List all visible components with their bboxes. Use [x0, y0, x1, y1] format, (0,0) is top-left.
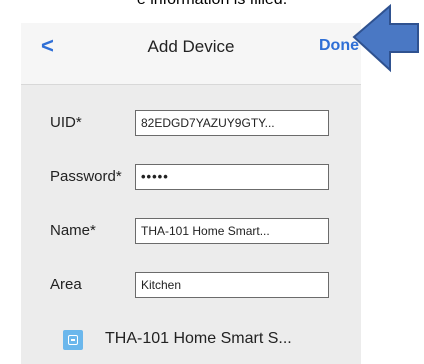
nav-bar: < Add Device Done	[21, 23, 361, 85]
name-label: Name*	[50, 222, 96, 239]
name-field[interactable]: THA-101 Home Smart...	[135, 218, 329, 244]
password-label: Password*	[50, 168, 122, 185]
area-field[interactable]: Kitchen	[135, 272, 329, 298]
device-item[interactable]: THA-101 Home Smart S...	[21, 323, 361, 363]
password-row: Password* •••••	[21, 158, 361, 198]
page-title: Add Device	[147, 37, 235, 56]
area-label: Area	[50, 276, 82, 293]
arrow-left-shape	[352, 3, 419, 73]
device-name: THA-101 Home Smart S...	[105, 330, 292, 347]
smart-plug-icon	[63, 330, 83, 350]
arrow-left-icon	[352, 3, 419, 73]
name-row: Name* THA-101 Home Smart...	[21, 212, 361, 252]
uid-field[interactable]: 82EDGD7YAZUY9GTY...	[135, 110, 329, 136]
area-row: Area Kitchen	[21, 266, 361, 306]
uid-label: UID*	[50, 114, 82, 131]
password-field[interactable]: •••••	[135, 164, 329, 190]
add-device-screen: < Add Device Done UID* 82EDGD7YAZUY9GTY.…	[21, 23, 361, 364]
uid-row: UID* 82EDGD7YAZUY9GTY...	[21, 104, 361, 144]
